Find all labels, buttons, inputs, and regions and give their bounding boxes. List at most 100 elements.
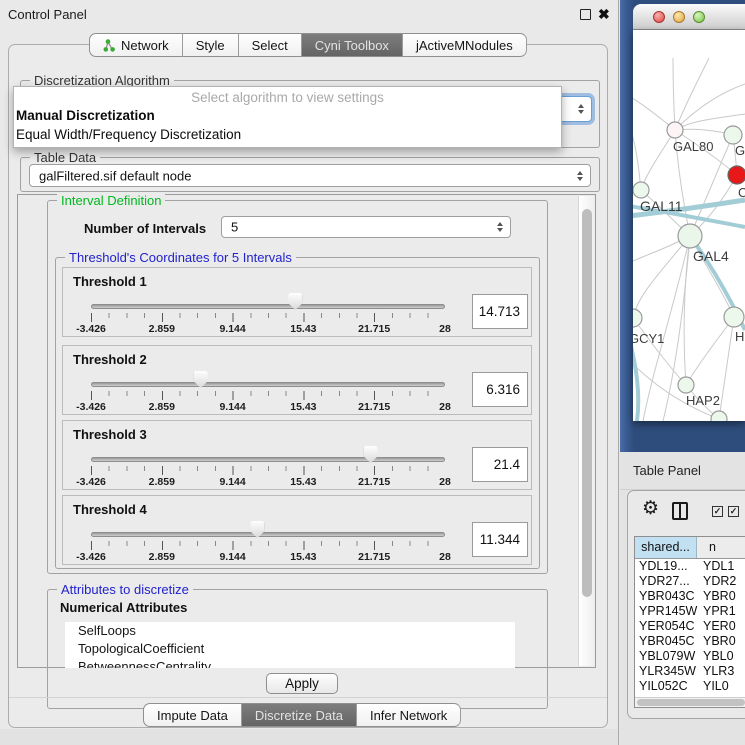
vertical-scrollbar[interactable] (578, 196, 594, 666)
tab-impute-data[interactable]: Impute Data (143, 703, 242, 727)
close-traffic-light[interactable] (653, 11, 665, 23)
table-cell: YDR2 (697, 574, 745, 589)
combo-stepper-icon (578, 104, 584, 114)
checkbox-icon[interactable]: ✓ (712, 506, 723, 517)
threshold-value-field[interactable]: 21.4 (472, 447, 528, 482)
slider-track[interactable] (91, 457, 445, 462)
tick-label: 9.144 (219, 476, 245, 488)
slider-track[interactable] (91, 382, 445, 387)
table-cell: YBR0 (697, 634, 745, 649)
node-top-right (724, 126, 742, 144)
tick-label: 15.43 (290, 401, 316, 413)
slider-track[interactable] (91, 304, 445, 309)
panel-title: Control Panel (8, 7, 87, 22)
table-cell: YBR0 (697, 589, 745, 604)
node-label: GAL80 (673, 139, 713, 154)
tick-label: 15.43 (290, 551, 316, 563)
tick-label: 2.859 (149, 323, 175, 335)
column-header-shared-name[interactable]: shared... (635, 537, 697, 558)
attribute-list-item[interactable]: BetweennessCentrality (65, 658, 515, 668)
combo-stepper-icon (497, 222, 503, 232)
table-rows: YDL19...YDL1YDR27...YDR2YBR043CYBR0YPR14… (635, 559, 745, 699)
tab-infer-network[interactable]: Infer Network (357, 703, 461, 727)
threshold-value-field[interactable]: 6.316 (472, 372, 528, 407)
float-window-icon[interactable] (580, 9, 591, 20)
table-row[interactable]: YER054CYER0 (635, 619, 745, 634)
node-label: H (735, 329, 744, 344)
tab-network[interactable]: Network (89, 33, 183, 57)
gear-icon[interactable]: ⚙ (642, 497, 659, 520)
table-row[interactable]: YBR043CYBR0 (635, 589, 745, 604)
dropdown-option-manual[interactable]: Manual Discretization (16, 108, 155, 123)
number-of-intervals-combobox[interactable]: 5 (221, 216, 511, 238)
panel-divider[interactable] (618, 0, 619, 745)
threshold-3-slider[interactable]: -3.4262.8599.14415.4321.71528 (91, 421, 445, 491)
threshold-2-slider[interactable]: -3.4262.8599.14415.4321.71528 (91, 346, 445, 416)
threshold-4-panel: Threshold 4 -3.4262.8599.14415.4321.7152… (62, 495, 532, 565)
columns-icon[interactable] (672, 502, 688, 520)
tab-jactivemnodules[interactable]: jActiveMNodules (403, 33, 527, 57)
slider-track[interactable] (91, 532, 445, 537)
scrollbar-thumb[interactable] (637, 699, 745, 706)
threshold-4-slider[interactable]: -3.4262.8599.14415.4321.71528 (91, 496, 445, 566)
zoom-traffic-light[interactable] (693, 11, 705, 23)
table-cell: YIL0 (697, 679, 745, 694)
horizontal-scrollbar[interactable] (635, 697, 745, 707)
group-title: Attributes to discretize (57, 582, 193, 597)
table-row[interactable]: YBR045CYBR0 (635, 634, 745, 649)
node-label: GAL4 (693, 248, 729, 264)
network-canvas[interactable]: GAL80 GA C GAL11 GAL4 GCY1 H HAP2 (633, 30, 745, 421)
tick-label: -3.426 (76, 323, 106, 335)
checkbox-icon[interactable]: ✓ (728, 506, 739, 517)
table-row[interactable]: YDR27...YDR2 (635, 574, 745, 589)
node-red (728, 166, 745, 184)
minimize-traffic-light[interactable] (673, 11, 685, 23)
table-row[interactable]: YLR345WYLR3 (635, 664, 745, 679)
table-panel-title: Table Panel (633, 463, 701, 478)
table-cell: YDR27... (635, 574, 697, 589)
table-data-combobox[interactable]: galFiltered.sif default node (29, 164, 591, 187)
apply-button[interactable]: Apply (266, 673, 338, 694)
threshold-value-field[interactable]: 14.713 (472, 294, 528, 329)
table-cell: YDL19... (635, 559, 697, 574)
table-cell: YER054C (635, 619, 697, 634)
attributes-list[interactable]: SelfLoopsTopologicalCoefficientBetweenne… (65, 622, 515, 668)
table-row[interactable]: YBL079WYBL0 (635, 649, 745, 664)
scrollbar-thumb[interactable] (582, 209, 592, 597)
tick-label: 21.715 (358, 551, 390, 563)
dropdown-placeholder: Select algorithm to view settings (14, 90, 561, 105)
table-row[interactable]: YPR145WYPR1 (635, 604, 745, 619)
tick-label: 28 (439, 551, 451, 563)
network-graph: GAL80 GA C GAL11 GAL4 GCY1 H HAP2 (633, 30, 745, 421)
tab-discretize-data[interactable]: Discretize Data (242, 703, 357, 727)
tick-label: 28 (439, 323, 451, 335)
node-table: shared... n YDL19...YDL1YDR27...YDR2YBR0… (634, 536, 745, 708)
threshold-value-field[interactable]: 11.344 (472, 522, 528, 557)
tab-select[interactable]: Select (239, 33, 302, 57)
dropdown-option-equal-width[interactable]: Equal Width/Frequency Discretization (16, 127, 241, 142)
table-cell: YBR043C (635, 589, 697, 604)
threshold-2-panel: Threshold 2 -3.4262.8599.14415.4321.7152… (62, 345, 532, 415)
numerical-attributes-heading: Numerical Attributes (60, 600, 187, 615)
node-label: C (738, 185, 745, 200)
combo-stepper-icon (577, 171, 583, 181)
attribute-list-item[interactable]: SelfLoops (65, 622, 515, 640)
tab-style[interactable]: Style (183, 33, 239, 57)
node-label: HAP2 (686, 393, 720, 408)
attribute-list-item[interactable]: TopologicalCoefficient (65, 640, 515, 658)
tab-cyni-toolbox[interactable]: Cyni Toolbox (302, 33, 403, 57)
column-header-name[interactable]: n (697, 537, 745, 558)
tick-label: 9.144 (219, 401, 245, 413)
group-title: Table Data (30, 150, 100, 165)
network-window-titlebar[interactable] (633, 4, 745, 30)
table-row[interactable]: YIL052CYIL0 (635, 679, 745, 694)
right-pane: GAL80 GA C GAL11 GAL4 GCY1 H HAP2 Table … (620, 0, 745, 745)
threshold-1-slider[interactable]: -3.4262.8599.14415.4321.71528 (91, 268, 445, 338)
tick-label: 28 (439, 401, 451, 413)
close-icon[interactable]: ✖ (598, 6, 610, 23)
node-label: GAL11 (640, 198, 683, 214)
table-row[interactable]: YDL19...YDL1 (635, 559, 745, 574)
table-panel-titlebar: Table Panel (620, 452, 745, 490)
slider-ticklabels: -3.4262.8599.14415.4321.71528 (91, 323, 445, 335)
tick-label: -3.426 (76, 551, 106, 563)
